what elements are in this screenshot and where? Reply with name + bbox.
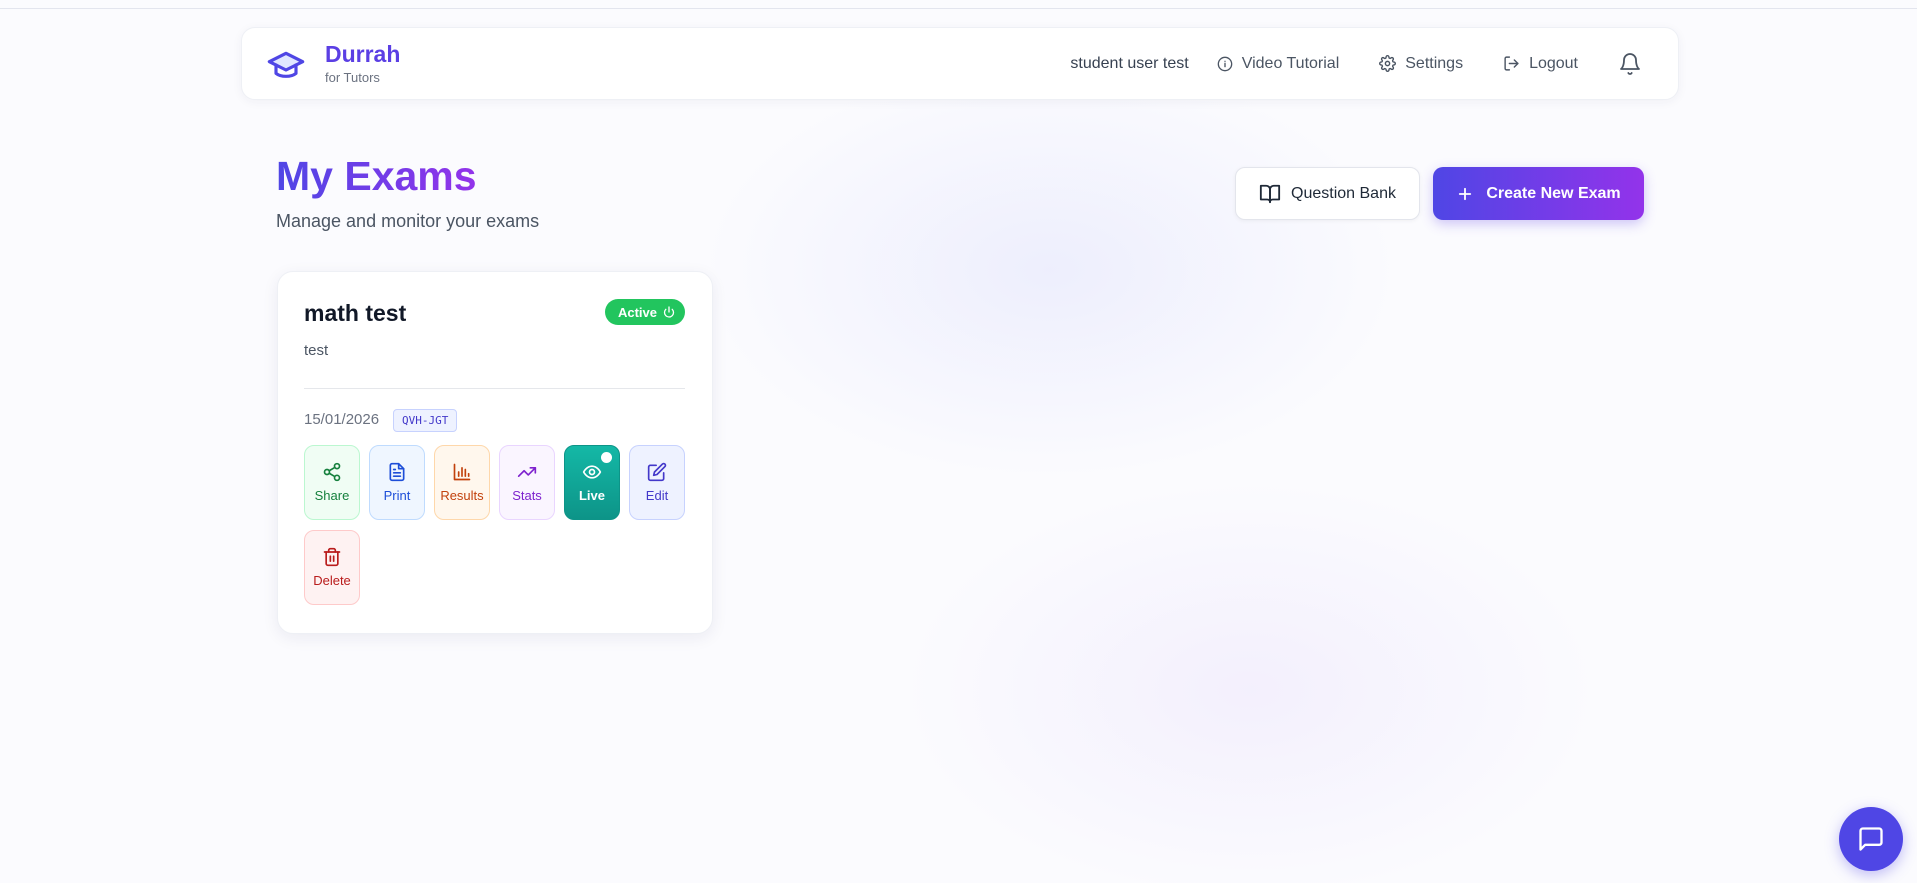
chat-button[interactable]: [1839, 807, 1903, 871]
nav-menu: student user test Video Tutorial Setting…: [1070, 28, 1642, 99]
eye-icon: [582, 465, 602, 479]
chat-icon: [1859, 827, 1883, 851]
live-label: Live: [578, 488, 605, 503]
document-icon: [389, 462, 405, 482]
logout-icon: [1504, 56, 1519, 71]
print-button[interactable]: Print: [369, 445, 425, 520]
create-new-exam-button[interactable]: Create New Exam: [1433, 167, 1644, 220]
live-button[interactable]: Live: [564, 445, 620, 520]
share-label: Share: [314, 488, 350, 503]
brand-subtitle: for Tutors: [325, 70, 380, 85]
gear-icon: [1379, 55, 1397, 72]
stats-button[interactable]: Stats: [499, 445, 555, 520]
question-bank-button[interactable]: Question Bank: [1235, 167, 1420, 220]
page-subtitle: Manage and monitor your exams: [276, 211, 540, 231]
plus-icon: [1459, 187, 1472, 200]
trending-up-icon: [517, 467, 537, 477]
graduation-cap-icon: [266, 45, 306, 85]
results-button[interactable]: Results: [434, 445, 490, 520]
status-badge[interactable]: Active: [604, 299, 685, 325]
settings-label: Settings: [1405, 54, 1464, 72]
video-tutorial-link[interactable]: Video Tutorial: [1217, 54, 1340, 73]
question-bank-label: Question Bank: [1291, 184, 1396, 202]
edit-icon: [647, 462, 667, 482]
brand[interactable]: Durrah for Tutors: [266, 41, 400, 85]
delete-label: Delete: [313, 573, 351, 588]
trash-icon: [323, 547, 341, 567]
video-tutorial-label: Video Tutorial: [1241, 54, 1340, 72]
bell-icon[interactable]: [1618, 52, 1642, 76]
delete-button[interactable]: Delete: [304, 530, 360, 605]
logout-label: Logout: [1529, 54, 1578, 72]
exam-card: math test Active test 15/01/2026 QVH-JGT…: [277, 271, 713, 634]
info-icon: [1217, 56, 1233, 71]
settings-link[interactable]: Settings: [1379, 55, 1463, 73]
live-indicator-dot: [601, 452, 612, 463]
navbar: Durrah for Tutors student user test Vide…: [241, 27, 1679, 100]
user-name: student user test: [1070, 54, 1189, 72]
card-divider: [304, 388, 685, 389]
brand-name: Durrah: [325, 41, 401, 67]
exam-code: QVH-JGT: [393, 409, 458, 432]
exam-title: math test: [304, 300, 407, 326]
background-glow: [900, 480, 1600, 883]
open-book-icon: [1259, 184, 1281, 203]
print-label: Print: [383, 488, 411, 503]
bar-chart-icon: [453, 463, 471, 481]
power-icon: [663, 306, 675, 318]
logout-link[interactable]: Logout: [1503, 55, 1578, 73]
background-glow: [700, 60, 1400, 480]
create-new-exam-label: Create New Exam: [1486, 184, 1621, 202]
exam-description: test: [304, 342, 329, 359]
stats-label: Stats: [512, 488, 542, 503]
exam-date: 15/01/2026: [304, 411, 380, 428]
share-icon: [323, 462, 341, 482]
edit-button[interactable]: Edit: [629, 445, 685, 520]
edit-label: Edit: [645, 488, 669, 503]
top-divider: [0, 8, 1917, 9]
page-title: My Exams: [276, 153, 477, 199]
results-label: Results: [440, 488, 484, 503]
status-label: Active: [617, 304, 657, 320]
share-button[interactable]: Share: [304, 445, 360, 520]
